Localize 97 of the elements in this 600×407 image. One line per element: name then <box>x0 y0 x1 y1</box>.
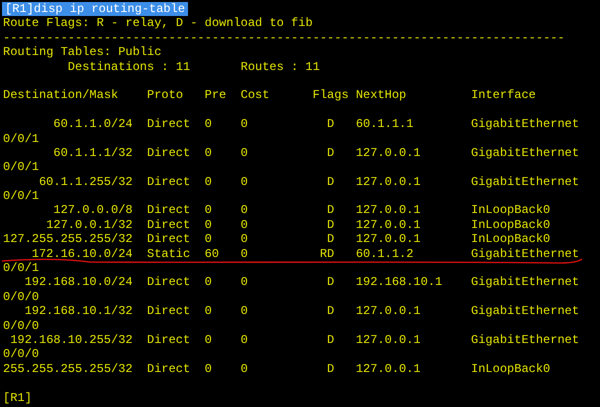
proto-cell-text: Direct <box>147 304 192 319</box>
pre-cell-text: 0 <box>204 362 213 376</box>
cost-cell-text: 0 <box>240 332 249 348</box>
nexthop-cell-text: 127.0.0.1 <box>356 203 422 218</box>
interface-cell: GigabitEthernet <box>471 246 580 262</box>
flags-cell-text: RD <box>318 246 334 262</box>
flags-cell-text: D <box>326 218 334 232</box>
pre-cell-text: 60 <box>204 246 220 262</box>
flags-cell-text: D <box>326 362 334 376</box>
cost-cell-text: 0 <box>240 174 249 190</box>
interface-cell: InLoopBack0 <box>471 362 550 376</box>
pre-cell-text: 0 <box>204 218 213 232</box>
interface-cell: 0/0/1 <box>3 189 40 204</box>
column-header: Flags <box>312 88 349 103</box>
cost-cell-text: 0 <box>240 362 249 376</box>
cost-cell-text: 0 <box>240 146 249 160</box>
nexthop-cell-text: 127.0.0.1 <box>356 332 422 348</box>
pre-cell-text: 0 <box>204 174 213 190</box>
flags-cell-text: D <box>326 203 334 218</box>
interface-cell: 0/0/0 <box>3 347 40 362</box>
proto-cell-text: Direct <box>147 218 192 232</box>
interface-cell: 0/0/1 <box>3 160 40 175</box>
nexthop-cell-text: 127.0.0.1 <box>356 362 422 376</box>
flags-cell-text: D <box>326 232 334 247</box>
interface-cell: GigabitEthernet <box>471 117 580 132</box>
interface-cell: GigabitEthernet <box>471 304 580 319</box>
nexthop-cell-text: 60.1.1.1 <box>356 117 414 132</box>
interface-cell: 0/0/1 <box>3 261 40 276</box>
nexthop-cell-text: 60.1.1.2 <box>356 246 414 262</box>
interface-cell: InLoopBack0 <box>471 203 550 218</box>
proto-cell-text: Direct <box>147 362 192 376</box>
nexthop-cell-text: 127.0.0.1 <box>356 232 422 247</box>
proto-cell-text: Direct <box>147 232 192 247</box>
flags-cell-text: D <box>326 174 334 190</box>
proto-cell-text: Direct <box>147 117 192 132</box>
destination-cell: 127.255.255.255/32 <box>3 232 133 247</box>
interface-cell: 0/0/0 <box>3 290 40 304</box>
flags-cell-text: D <box>326 304 334 319</box>
interface-cell: GigabitEthernet <box>471 332 580 348</box>
pre-cell-text: 0 <box>204 117 213 132</box>
column-header: Proto <box>147 88 184 103</box>
flags-cell-text: D <box>326 117 334 132</box>
destination-cell-text: 192.168.10.1/32 <box>24 304 133 319</box>
pre-cell-text: 0 <box>204 304 213 319</box>
flags-cell-text: D <box>326 146 334 160</box>
proto-cell-text: Direct <box>147 332 192 348</box>
cost-cell-text: 0 <box>240 203 249 218</box>
destination-cell-text: 60.1.1.255/32 <box>38 174 133 190</box>
column-header: Cost <box>240 88 270 103</box>
interface-cell: GigabitEthernet <box>471 275 580 290</box>
pre-cell-text: 0 <box>204 232 213 247</box>
column-header: Destination/Mask <box>3 88 118 103</box>
flags-legend: Route Flags: R - relay, D - download to fib <box>3 16 313 31</box>
nexthop-cell-text: 127.0.0.1 <box>356 146 422 160</box>
proto-cell-text: Direct <box>147 203 192 218</box>
destination-cell-text: 172.16.10.0/24 <box>30 246 133 262</box>
pre-cell-text: 0 <box>204 146 213 160</box>
flags-cell-text: D <box>326 332 334 348</box>
cost-cell-text: 0 <box>240 275 249 290</box>
flags-cell-text: D <box>326 275 334 290</box>
routes-count: Routes : 11 <box>240 60 320 74</box>
column-header: Pre <box>204 88 226 103</box>
column-header: Interface <box>471 88 536 103</box>
proto-cell-text: Direct <box>147 174 192 190</box>
nexthop-cell-text: 127.0.0.1 <box>356 218 422 232</box>
destination-cell-text: 127.0.0.1/32 <box>45 218 133 232</box>
destination-cell-text: 192.168.10.255/32 <box>9 332 133 348</box>
proto-cell-text: Direct <box>147 146 192 160</box>
proto-cell-text: Static <box>147 246 192 262</box>
destinations-count: Destinations : 11 <box>68 60 190 74</box>
cost-cell-text: 0 <box>240 218 249 232</box>
proto-cell-text: Direct <box>147 275 192 290</box>
nexthop-cell-text: 127.0.0.1 <box>356 304 422 319</box>
interface-cell: GigabitEthernet <box>471 146 580 160</box>
interface-cell: InLoopBack0 <box>471 218 550 232</box>
destination-cell: 255.255.255.255/32 <box>3 362 133 376</box>
column-header: NextHop <box>356 88 406 103</box>
cost-cell-text: 0 <box>240 232 249 247</box>
interface-cell: InLoopBack0 <box>471 232 550 247</box>
interface-cell: 0/0/1 <box>3 132 40 146</box>
pre-cell-text: 0 <box>204 332 213 348</box>
table-title: Routing Tables: Public <box>3 45 162 60</box>
cost-cell-text: 0 <box>240 246 249 262</box>
interface-cell: GigabitEthernet <box>471 174 580 190</box>
pre-cell-text: 0 <box>204 275 213 290</box>
destination-cell-text: 127.0.0.0/8 <box>52 203 133 218</box>
nexthop-cell-text: 127.0.0.1 <box>356 174 422 190</box>
destination-cell-text: 60.1.1.0/24 <box>52 117 133 132</box>
interface-cell: 0/0/0 <box>3 318 40 333</box>
destination-cell-text: 60.1.1.1/32 <box>52 146 133 160</box>
nexthop-cell-text: 192.168.10.1 <box>356 275 444 290</box>
cost-cell-text: 0 <box>240 117 249 132</box>
separator-line: ------------------------------------------------------------------------------ <box>3 30 565 46</box>
destination-cell-text: 192.168.10.0/24 <box>24 275 133 290</box>
cost-cell-text: 0 <box>240 304 249 319</box>
prompt-line: [R1] <box>3 390 32 405</box>
pre-cell-text: 0 <box>204 203 213 218</box>
